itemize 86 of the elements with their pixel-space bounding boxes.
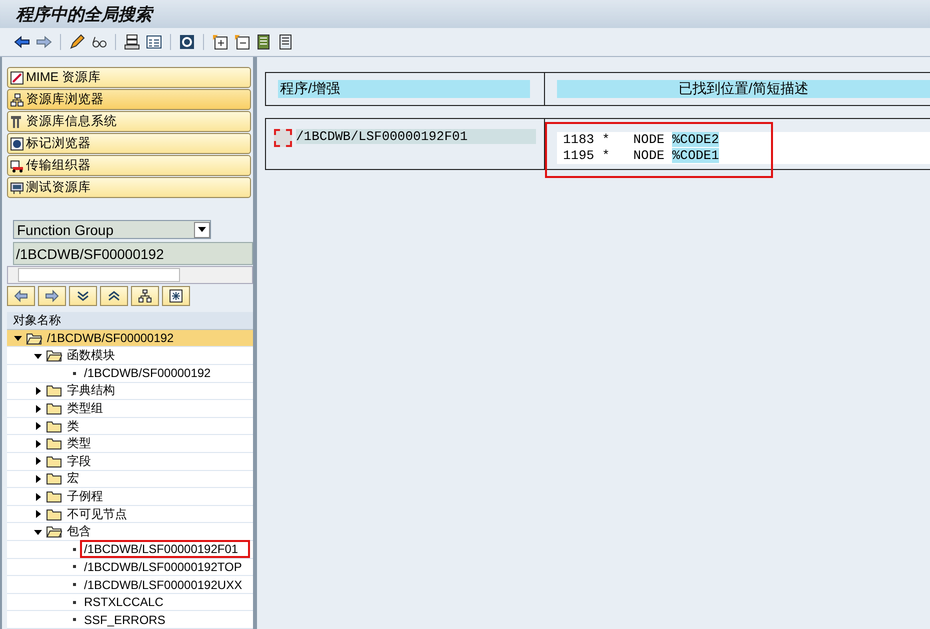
tree-item[interactable]: /1BCDWB/LSF00000192UXX bbox=[82, 578, 244, 592]
stack-icon[interactable] bbox=[124, 34, 140, 50]
pencil-icon[interactable] bbox=[69, 34, 85, 50]
tree-node[interactable]: 类型 bbox=[7, 435, 253, 454]
tree-label: 类 bbox=[66, 418, 80, 435]
triangle-right-icon[interactable] bbox=[33, 456, 43, 466]
glasses-icon[interactable] bbox=[91, 34, 107, 50]
tree-label: 包含 bbox=[66, 523, 92, 540]
nav-button[interactable]: 资源库信息系统 bbox=[7, 111, 251, 132]
monitor-icon bbox=[10, 180, 24, 194]
asterisk-icon[interactable] bbox=[162, 286, 190, 306]
nav-button[interactable]: 测试资源库 bbox=[7, 177, 251, 198]
back-arrow-icon[interactable] bbox=[14, 34, 30, 50]
tree-label: 函数模块 bbox=[66, 347, 116, 364]
tree-label: 类型 bbox=[66, 435, 92, 452]
tree-item[interactable]: /1BCDWB/LSF00000192TOP bbox=[82, 560, 244, 574]
tree-node[interactable]: 子例程 bbox=[7, 488, 253, 506]
tree-label: 字段 bbox=[66, 452, 92, 470]
tree-node[interactable]: /1BCDWB/SF00000192 bbox=[7, 330, 253, 348]
nav-button[interactable]: 标记浏览器 bbox=[7, 133, 251, 154]
tree-node[interactable]: 包含 bbox=[7, 523, 253, 542]
tree-label: /1BCDWB/SF00000192 bbox=[46, 331, 175, 346]
tree-label: 类型组 bbox=[66, 400, 104, 418]
tree-node[interactable]: 类 bbox=[7, 418, 253, 436]
nav-button[interactable]: 资源库浏览器 bbox=[7, 89, 251, 110]
nav-button[interactable]: 传输组织器 bbox=[7, 155, 251, 176]
folder-icon bbox=[46, 437, 62, 450]
program-name[interactable]: /1BCDWB/LSF00000192F01 bbox=[296, 129, 536, 144]
tree-node[interactable]: 宏 bbox=[7, 470, 253, 488]
folder-icon bbox=[46, 508, 62, 521]
triangle-right-icon[interactable] bbox=[33, 404, 43, 414]
folder-icon bbox=[26, 332, 42, 345]
hierarchy-icon[interactable] bbox=[131, 286, 159, 306]
object-name-field[interactable]: /1BCDWB/SF00000192 bbox=[13, 242, 253, 266]
folder-icon bbox=[46, 472, 62, 486]
column-header: 程序/增强 bbox=[278, 80, 530, 98]
triangle-down-icon[interactable] bbox=[13, 333, 23, 344]
tree-node[interactable]: 类型组 bbox=[7, 400, 253, 418]
object-type-dropdown[interactable]: Function Group bbox=[13, 220, 211, 240]
document-icon[interactable] bbox=[278, 34, 294, 50]
triangle-right-icon[interactable] bbox=[33, 386, 43, 396]
triangle-right-icon[interactable] bbox=[33, 438, 43, 449]
triangle-right-icon[interactable] bbox=[33, 421, 43, 432]
tree-node[interactable]: 字段 bbox=[7, 453, 253, 471]
column-header: 已找到位置/简短描述 bbox=[557, 80, 930, 98]
window-title: 程序中的全局搜索 bbox=[16, 4, 152, 26]
tree-label: 宏 bbox=[66, 470, 80, 488]
chevron-up-icon[interactable] bbox=[100, 286, 128, 306]
checkbox[interactable] bbox=[274, 129, 292, 147]
tree-item[interactable]: RSTXLCCALC bbox=[82, 595, 166, 610]
tree-item[interactable]: /1BCDWB/LSF00000192F01 bbox=[82, 542, 248, 556]
expand-icon[interactable] bbox=[212, 34, 228, 50]
bullet-icon bbox=[73, 565, 76, 568]
tree-label: 字典结构 bbox=[66, 382, 116, 400]
tree-node[interactable]: 不可见节点 bbox=[7, 506, 253, 524]
tree-item[interactable]: SSF_ERRORS bbox=[82, 612, 168, 627]
folder-icon bbox=[46, 384, 62, 398]
folder-icon bbox=[46, 349, 62, 362]
triangle-right-icon[interactable] bbox=[33, 509, 43, 520]
folder-icon bbox=[46, 525, 62, 538]
tree-node[interactable]: 字典结构 bbox=[7, 382, 253, 400]
bullet-icon bbox=[73, 583, 76, 586]
bullet-icon bbox=[73, 618, 76, 622]
horizontal-scrollbar[interactable] bbox=[7, 266, 253, 284]
column-header: 对象名称 bbox=[7, 312, 253, 330]
truck-icon bbox=[10, 158, 24, 172]
hierarchy-icon bbox=[10, 92, 24, 106]
tree-label: 不可见节点 bbox=[66, 506, 128, 523]
triangle-right-icon[interactable] bbox=[33, 474, 43, 484]
bullet-icon bbox=[73, 600, 76, 604]
chevron-down-icon[interactable] bbox=[69, 286, 97, 306]
tree-node[interactable]: 函数模块 bbox=[7, 347, 253, 366]
collapse-icon[interactable] bbox=[234, 34, 250, 50]
bullet-icon bbox=[73, 548, 76, 551]
document-icon[interactable] bbox=[256, 34, 272, 50]
triangle-right-icon[interactable] bbox=[33, 492, 43, 502]
folder-icon bbox=[46, 420, 62, 433]
forward-arrow-icon[interactable] bbox=[36, 34, 52, 50]
nav-button[interactable]: MIME 资源库 bbox=[7, 67, 251, 88]
tree-item[interactable]: /1BCDWB/SF00000192 bbox=[82, 366, 213, 380]
folder-icon bbox=[46, 490, 62, 504]
folder-icon bbox=[46, 402, 62, 416]
list-window-icon[interactable] bbox=[146, 34, 162, 50]
folder-icon bbox=[46, 454, 62, 468]
tree-label: 子例程 bbox=[66, 488, 104, 506]
bullet-icon bbox=[73, 372, 76, 375]
